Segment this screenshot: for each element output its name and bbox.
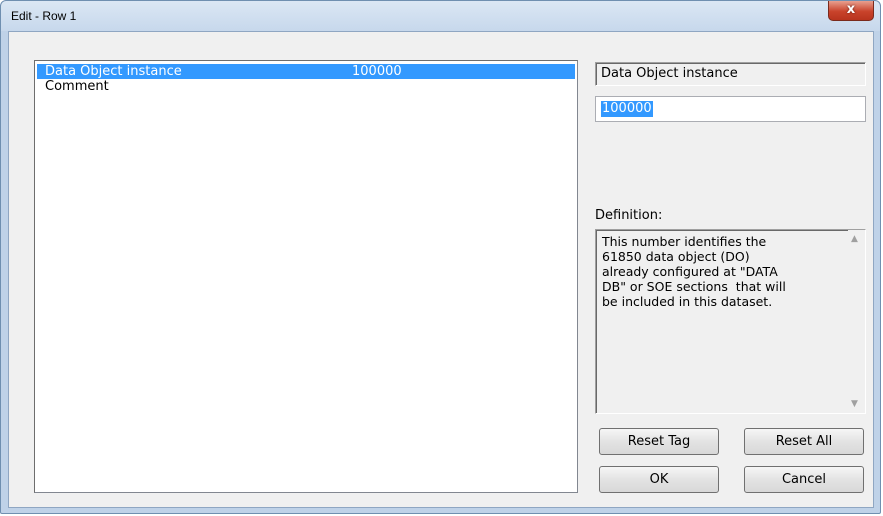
value-input-text: 100000: [601, 101, 653, 117]
value-input[interactable]: 100000: [595, 96, 866, 122]
list-item[interactable]: Comment: [37, 79, 575, 94]
window-title: Edit - Row 1: [11, 9, 77, 23]
definition-textbox[interactable]: This number identifies the 61850 data ob…: [595, 229, 866, 414]
parameter-list[interactable]: Data Object instance 100000 Comment: [34, 60, 578, 493]
ok-button[interactable]: OK: [599, 466, 719, 493]
close-icon: x: [846, 2, 856, 17]
edit-dialog: Edit - Row 1 x Data Object instance 1000…: [0, 0, 881, 514]
cancel-button[interactable]: Cancel: [744, 466, 864, 493]
reset-all-button[interactable]: Reset All: [744, 428, 864, 455]
definition-label: Definition:: [595, 208, 663, 223]
list-item-value: 100000: [352, 64, 402, 79]
scroll-up-icon[interactable]: ▲: [851, 234, 858, 244]
field-name-display: Data Object instance: [595, 62, 866, 86]
scroll-down-icon[interactable]: ▼: [851, 399, 858, 409]
dialog-client-area: Data Object instance 100000 Comment Data…: [8, 31, 874, 508]
definition-text: This number identifies the 61850 data ob…: [602, 234, 786, 309]
title-bar[interactable]: Edit - Row 1 x: [1, 1, 880, 31]
list-item[interactable]: Data Object instance 100000: [37, 64, 575, 79]
close-button[interactable]: x: [828, 1, 874, 21]
list-item-name: Comment: [45, 79, 109, 94]
list-item-name: Data Object instance: [45, 64, 182, 79]
reset-tag-button[interactable]: Reset Tag: [599, 428, 719, 455]
definition-scrollbar[interactable]: ▲ ▼: [848, 230, 865, 413]
